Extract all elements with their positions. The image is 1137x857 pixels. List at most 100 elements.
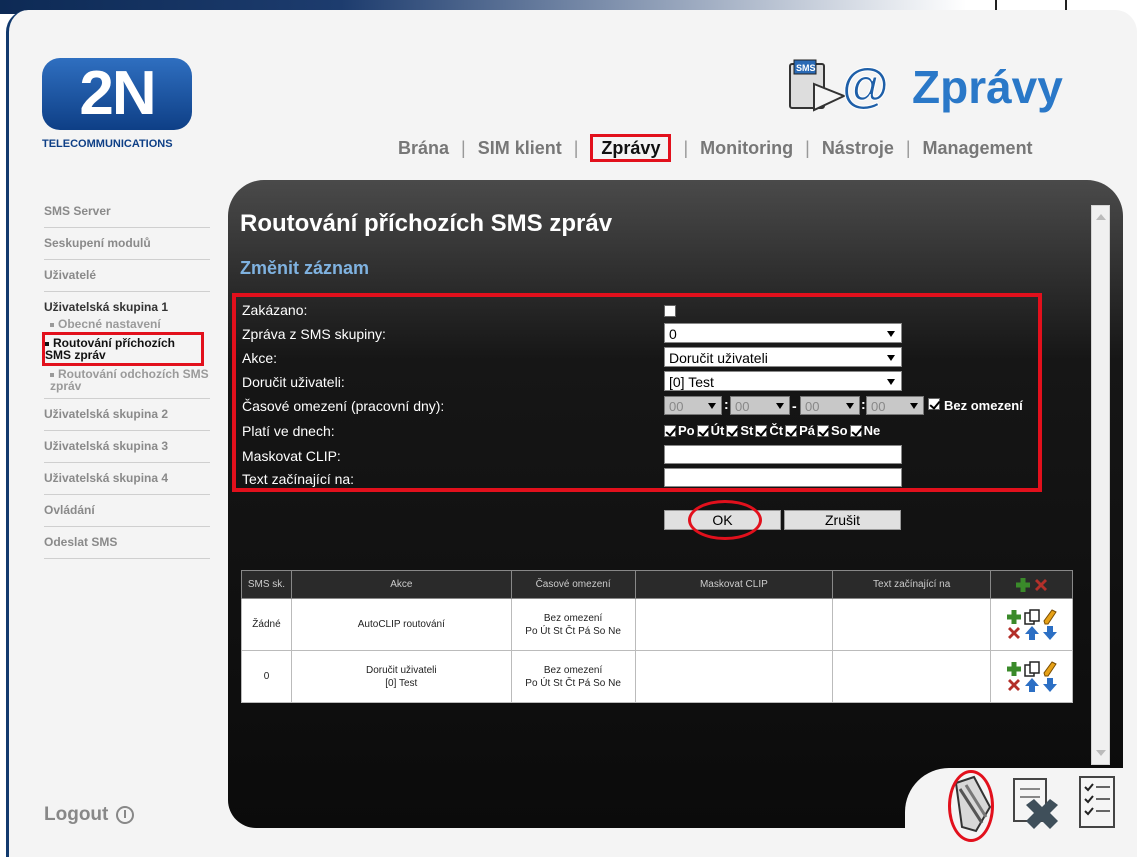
move-down-icon[interactable]: [1042, 677, 1058, 693]
day-so[interactable]: So: [816, 423, 848, 438]
nav-brana[interactable]: Brána: [398, 138, 449, 159]
cell-action-line: Doručit uživateli: [366, 664, 437, 676]
text-starts-input[interactable]: [664, 468, 902, 487]
bullet-icon: [45, 341, 49, 346]
sidebar-sub-routovani-odchozich[interactable]: Routování odchozích SMS zpráv: [44, 368, 210, 392]
sidebar-sub-label: Routování příchozích SMS zpráv: [45, 336, 176, 362]
copy-icon[interactable]: [1023, 660, 1040, 677]
bullet-icon: [50, 322, 54, 327]
nav-separator: |: [905, 137, 911, 158]
move-up-icon[interactable]: [1024, 677, 1040, 693]
day-label: Pá: [799, 423, 815, 438]
delete-document-icon[interactable]: [1010, 773, 1062, 833]
sidebar-item-uzivatele[interactable]: Uživatelé: [44, 260, 210, 292]
nav-monitoring[interactable]: Monitoring: [700, 138, 793, 159]
cell-time-line: Bez omezení: [543, 664, 603, 676]
nav-nastroje[interactable]: Nástroje: [822, 138, 894, 159]
checklist-document-icon[interactable]: [1072, 773, 1124, 833]
scrollbar[interactable]: [1091, 205, 1110, 765]
day-po[interactable]: Po: [664, 423, 695, 438]
nav-separator: |: [683, 137, 689, 158]
cell-time: Bez omezení Po Út St Čt Pá So Ne: [510, 650, 636, 703]
day-checkbox[interactable]: [726, 424, 739, 437]
delete-icon[interactable]: [1006, 625, 1022, 641]
add-icon[interactable]: [1006, 609, 1022, 625]
col-mask-clip: Maskovat CLIP: [634, 570, 834, 599]
logout-button[interactable]: Logout: [44, 804, 135, 826]
edit-pencil-icon[interactable]: [1042, 660, 1058, 677]
time-from-minute-select[interactable]: 00: [730, 396, 790, 415]
time-colon: :: [724, 396, 729, 412]
col-sms-group: SMS sk.: [241, 570, 292, 599]
day-ut[interactable]: Út: [696, 423, 724, 438]
delete-icon[interactable]: [1006, 677, 1022, 693]
ok-highlight: [688, 500, 762, 540]
sidebar-item-skupina-1[interactable]: Uživatelská skupina 1: [44, 292, 210, 316]
add-icon[interactable]: [1015, 577, 1031, 593]
cell-time-line: Po Út St Čt Pá So Ne: [525, 625, 621, 637]
sidebar-item-ovladani[interactable]: Ovládání: [44, 495, 210, 527]
sidebar-item-skupina-4[interactable]: Uživatelská skupina 4: [44, 463, 210, 495]
add-icon[interactable]: [1006, 661, 1022, 677]
sidebar-sub-routovani-prichozich[interactable]: Routování příchozích SMS zpráv: [42, 332, 204, 366]
top-navigation: Brána | SIM klient | Zprávy | Monitoring…: [398, 134, 1033, 162]
time-to-hour-select[interactable]: 00: [800, 396, 860, 415]
nav-management[interactable]: Management: [923, 138, 1033, 159]
brand-logo[interactable]: 2N TELECOMMUNICATIONS: [42, 58, 192, 158]
label-valid-days: Platí ve dnech:: [242, 423, 335, 439]
from-group-value: 0: [669, 326, 677, 342]
time-value: 00: [805, 399, 820, 414]
header-title: Zprávy: [912, 61, 1063, 113]
sidebar-item-skupina-3[interactable]: Uživatelská skupina 3: [44, 431, 210, 463]
move-up-icon[interactable]: [1024, 625, 1040, 641]
time-value: 00: [735, 399, 750, 414]
sidebar-item-odeslat-sms[interactable]: Odeslat SMS: [44, 527, 210, 559]
day-checkbox[interactable]: [816, 424, 829, 437]
action-select[interactable]: Doručit uživateli: [664, 347, 902, 367]
edit-pencil-icon[interactable]: [1042, 608, 1058, 625]
table-row[interactable]: Žádné AutoCLIP routování Bez omezení Po Ú…: [241, 598, 1073, 651]
day-checkbox[interactable]: [849, 424, 862, 437]
disabled-checkbox[interactable]: [664, 304, 676, 317]
sidebar-item-sms-server[interactable]: SMS Server: [44, 196, 210, 228]
form-highlight: [232, 293, 1042, 492]
chevron-down-icon: [708, 403, 716, 409]
cancel-button[interactable]: Zrušit: [784, 510, 901, 530]
day-ne[interactable]: Ne: [849, 423, 880, 438]
cell-time-line: Bez omezení: [543, 612, 603, 624]
time-from-hour-select[interactable]: 00: [664, 396, 722, 415]
nav-zpravy[interactable]: Zprávy: [590, 134, 672, 162]
scroll-up-icon[interactable]: [1096, 214, 1106, 220]
day-ct[interactable]: Čt: [755, 423, 783, 438]
nav-separator: |: [805, 137, 810, 158]
day-checkbox[interactable]: [696, 424, 709, 437]
sidebar-sub-obecne[interactable]: Obecné nastavení: [44, 318, 210, 330]
from-group-select[interactable]: 0: [664, 323, 902, 343]
cell-group: 0: [241, 650, 292, 703]
deliver-user-value: [0] Test: [669, 374, 714, 390]
day-checkbox[interactable]: [755, 424, 768, 437]
table-row[interactable]: 0 Doručit uživateli [0] Test Bez omezení P…: [241, 650, 1073, 703]
scroll-down-icon[interactable]: [1096, 750, 1106, 756]
copy-icon[interactable]: [1023, 608, 1040, 625]
cell-time-line: Po Út St Čt Pá So Ne: [525, 677, 621, 689]
cell-row-actions: [990, 598, 1073, 651]
col-actions: [990, 570, 1073, 599]
day-checkbox[interactable]: [785, 424, 798, 437]
sidebar-item-seskupeni-modulu[interactable]: Seskupení modulů: [44, 228, 210, 260]
sidebar-item-skupina-2[interactable]: Uživatelská skupina 2: [44, 399, 210, 431]
nav-sim-klient[interactable]: SIM klient: [478, 138, 562, 159]
time-to-minute-select[interactable]: 00: [866, 396, 924, 415]
svg-text:SMS: SMS: [796, 63, 816, 73]
day-pa[interactable]: Pá: [785, 423, 815, 438]
deliver-user-select[interactable]: [0] Test: [664, 371, 902, 391]
time-colon: :: [861, 396, 866, 412]
sidebar: SMS Server Seskupení modulů Uživatelé Už…: [42, 196, 210, 559]
delete-all-icon[interactable]: [1033, 577, 1049, 593]
mask-clip-input[interactable]: [664, 445, 902, 464]
move-down-icon[interactable]: [1042, 625, 1058, 641]
unlimited-checkbox[interactable]: [928, 398, 940, 410]
day-st[interactable]: St: [726, 423, 753, 438]
day-checkbox[interactable]: [664, 424, 676, 437]
power-icon: [116, 806, 135, 824]
